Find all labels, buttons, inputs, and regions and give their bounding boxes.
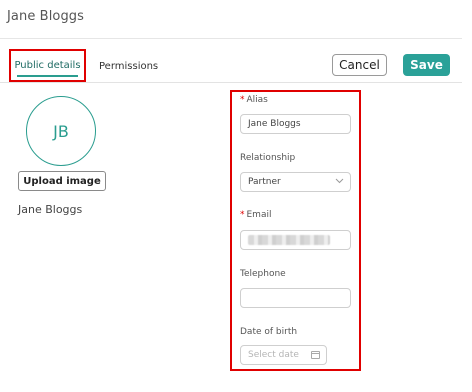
calendar-icon[interactable]	[311, 351, 320, 359]
email-input[interactable]	[240, 230, 351, 250]
email-label: * Email	[240, 210, 272, 220]
alias-label: * Alias	[240, 95, 268, 105]
dob-date-picker[interactable]: Select date	[240, 345, 327, 365]
save-button[interactable]: Save	[403, 54, 450, 76]
tab-public-details[interactable]: Public details	[9, 49, 86, 82]
tab-public-details-label: Public details	[14, 60, 81, 71]
cancel-button[interactable]: Cancel	[332, 54, 387, 76]
email-redacted	[248, 235, 330, 245]
tab-permissions[interactable]: Permissions	[99, 61, 158, 72]
profile-display-name: Jane Bloggs	[18, 203, 83, 216]
telephone-input[interactable]	[240, 288, 351, 308]
avatar: JB	[26, 96, 96, 166]
alias-input[interactable]: Jane Bloggs	[240, 114, 351, 134]
page-title: Jane Bloggs	[7, 9, 85, 24]
chevron-down-icon	[335, 177, 344, 187]
upload-image-button[interactable]: Upload image	[18, 171, 106, 191]
telephone-label: Telephone	[240, 269, 286, 279]
alias-value: Jane Bloggs	[248, 119, 301, 129]
relationship-label: Relationship	[240, 153, 296, 163]
relationship-value: Partner	[248, 177, 281, 187]
header-divider	[0, 38, 462, 39]
tab-divider	[0, 82, 462, 83]
tab-permissions-label: Permissions	[99, 61, 159, 72]
dob-placeholder: Select date	[248, 350, 299, 360]
relationship-select[interactable]: Partner	[240, 172, 351, 192]
required-marker: *	[240, 210, 245, 220]
avatar-initials: JB	[53, 121, 69, 141]
required-marker: *	[240, 95, 245, 105]
dob-label: Date of birth	[240, 327, 298, 337]
